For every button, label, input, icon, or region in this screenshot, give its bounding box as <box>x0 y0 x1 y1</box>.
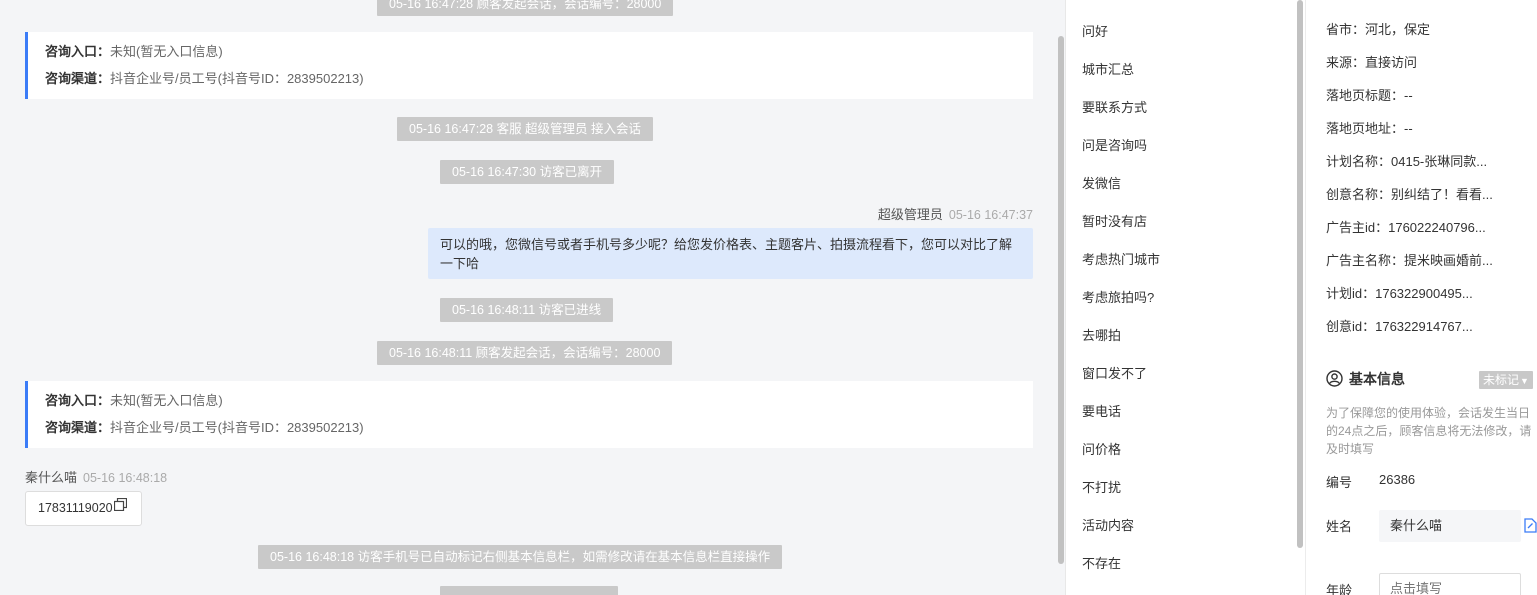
name-label: 姓名 <box>1326 519 1353 534</box>
visitor-message-time: 05-16 16:48:18 <box>83 471 168 485</box>
quick-reply-item[interactable]: 考虑热门城市 <box>1082 250 1160 270</box>
visitor-message-bubble: 17831119020 <box>25 491 142 526</box>
info-advertiser-name: 广告主名称：提米映画婚前... <box>1326 253 1493 268</box>
basic-info-title: 基本信息 <box>1349 371 1405 387</box>
age-label: 年龄 <box>1326 583 1353 595</box>
mark-status-dropdown[interactable]: 未标记▼ <box>1479 371 1533 389</box>
consult-entry-label: 咨询入口： <box>45 393 111 408</box>
quick-reply-item[interactable]: 暂时没有店 <box>1082 212 1147 232</box>
consult-info-card: 咨询入口：未知(暂无入口信息) 咨询渠道：抖音企业号/员工号(抖音号ID：283… <box>25 381 1033 448</box>
system-message: 05-16 16:48:11 访客已进线 <box>440 298 614 322</box>
consult-channel-label: 咨询渠道： <box>45 420 111 435</box>
caret-down-icon: ▼ <box>1520 376 1529 386</box>
consult-channel-row: 咨询渠道：抖音企业号/员工号(抖音号ID：2839502213) <box>45 417 1033 444</box>
consult-info-card: 咨询入口：未知(暂无入口信息) 咨询渠道：抖音企业号/员工号(抖音号ID：283… <box>25 32 1033 99</box>
quick-reply-item[interactable]: 活动内容 <box>1082 516 1134 536</box>
system-message: 05-16 16:48:11 顾客发起会话，会话编号：28000 <box>377 341 673 365</box>
quick-reply-item[interactable]: 问价格 <box>1082 440 1121 460</box>
info-province: 省市：河北，保定 <box>1326 22 1431 37</box>
consult-channel-value: 抖音企业号/员工号(抖音号ID：2839502213) <box>110 71 364 86</box>
agent-message-meta: 超级管理员 05-16 16:47:37 <box>878 204 1033 223</box>
quick-reply-item[interactable]: 问是咨询吗 <box>1082 136 1147 156</box>
info-source: 来源：直接访问 <box>1326 55 1418 70</box>
info-creative-name: 创意名称：别纠结了！看看... <box>1326 187 1493 202</box>
chat-panel[interactable]: 05-16 16:47:28 顾客发起会话，会话编号：28000 咨询入口：未知… <box>0 0 1065 595</box>
system-message: 05-16 16:47:28 顾客发起会话，会话编号：28000 <box>377 0 674 16</box>
number-value: 26386 <box>1379 472 1416 487</box>
mark-status-label: 未标记 <box>1483 373 1520 387</box>
quick-reply-item[interactable]: 不存在 <box>1082 554 1121 574</box>
chat-scrollbar[interactable] <box>1058 36 1064 564</box>
consult-channel-row: 咨询渠道：抖音企业号/员工号(抖音号ID：2839502213) <box>45 68 1033 95</box>
system-message-partial <box>440 586 618 595</box>
visitor-name: 秦什么喵 <box>25 470 78 485</box>
consult-channel-label: 咨询渠道： <box>45 71 111 86</box>
basic-info-header: 基本信息 <box>1326 369 1405 389</box>
info-creative-id: 创意id：176322914767... <box>1326 319 1473 334</box>
agent-message-bubble: 可以的哦，您微信号或者手机号多少呢？给您发价格表、主题客片、拍摄流程看下，您可以… <box>428 228 1033 279</box>
quick-reply-item[interactable]: 不打扰 <box>1082 478 1121 498</box>
name-field[interactable]: 秦什么喵 <box>1379 510 1521 542</box>
visitor-message-meta: 秦什么喵 05-16 16:48:18 <box>25 467 167 486</box>
edit-icon[interactable] <box>1524 518 1537 536</box>
quick-reply-scrollbar[interactable] <box>1297 0 1303 548</box>
visitor-info-panel: 省市：河北，保定 来源：直接访问 落地页标题：-- 落地页地址：-- 计划名称：… <box>1305 0 1537 595</box>
quick-reply-item[interactable]: 要电话 <box>1082 402 1121 422</box>
consult-entry-row: 咨询入口：未知(暂无入口信息) <box>45 41 1033 68</box>
quick-reply-item[interactable]: 去哪拍 <box>1082 326 1121 346</box>
system-message: 05-16 16:47:28 客服 超级管理员 接入会话 <box>397 117 654 141</box>
info-landing-title: 落地页标题：-- <box>1326 88 1413 103</box>
consult-entry-value: 未知(暂无入口信息) <box>110 44 223 59</box>
agent-message-time: 05-16 16:47:37 <box>948 208 1033 222</box>
system-message: 05-16 16:47:30 访客已离开 <box>440 160 615 184</box>
info-landing-url: 落地页地址：-- <box>1326 121 1413 136</box>
quick-reply-panel: 问好 城市汇总 要联系方式 问是咨询吗 发微信 暂时没有店 考虑热门城市 考虑旅… <box>1065 0 1305 595</box>
quick-reply-item[interactable]: 发微信 <box>1082 174 1121 194</box>
basic-info-notice: 为了保障您的使用体验，会话发生当日的24点之后，顾客信息将无法修改，请及时填写 <box>1326 406 1532 456</box>
agent-name: 超级管理员 <box>877 207 943 222</box>
info-plan-id: 计划id：176322900495... <box>1326 286 1473 301</box>
quick-reply-item[interactable]: 考虑旅拍吗? <box>1082 288 1154 308</box>
info-advertiser-id: 广告主id：176022240796... <box>1326 220 1486 235</box>
visitor-message-text: 17831119020 <box>38 501 113 515</box>
user-circle-icon <box>1326 370 1343 387</box>
info-plan-name: 计划名称：0415-张琳同款... <box>1326 154 1488 169</box>
quick-reply-item[interactable]: 问好 <box>1082 22 1108 42</box>
number-label: 编号 <box>1326 475 1353 490</box>
system-message: 05-16 16:48:18 访客手机号已自动标记右侧基本信息栏，如需修改请在基… <box>258 545 783 569</box>
copy-icon[interactable] <box>113 491 127 524</box>
consult-entry-value: 未知(暂无入口信息) <box>110 393 223 408</box>
quick-reply-item[interactable]: 窗口发不了 <box>1082 364 1147 384</box>
consult-channel-value: 抖音企业号/员工号(抖音号ID：2839502213) <box>110 420 364 435</box>
consult-entry-label: 咨询入口： <box>45 44 111 59</box>
consult-entry-row: 咨询入口：未知(暂无入口信息) <box>45 390 1033 417</box>
quick-reply-item[interactable]: 城市汇总 <box>1082 60 1134 80</box>
age-input[interactable] <box>1379 573 1521 595</box>
quick-reply-item[interactable]: 要联系方式 <box>1082 98 1147 118</box>
